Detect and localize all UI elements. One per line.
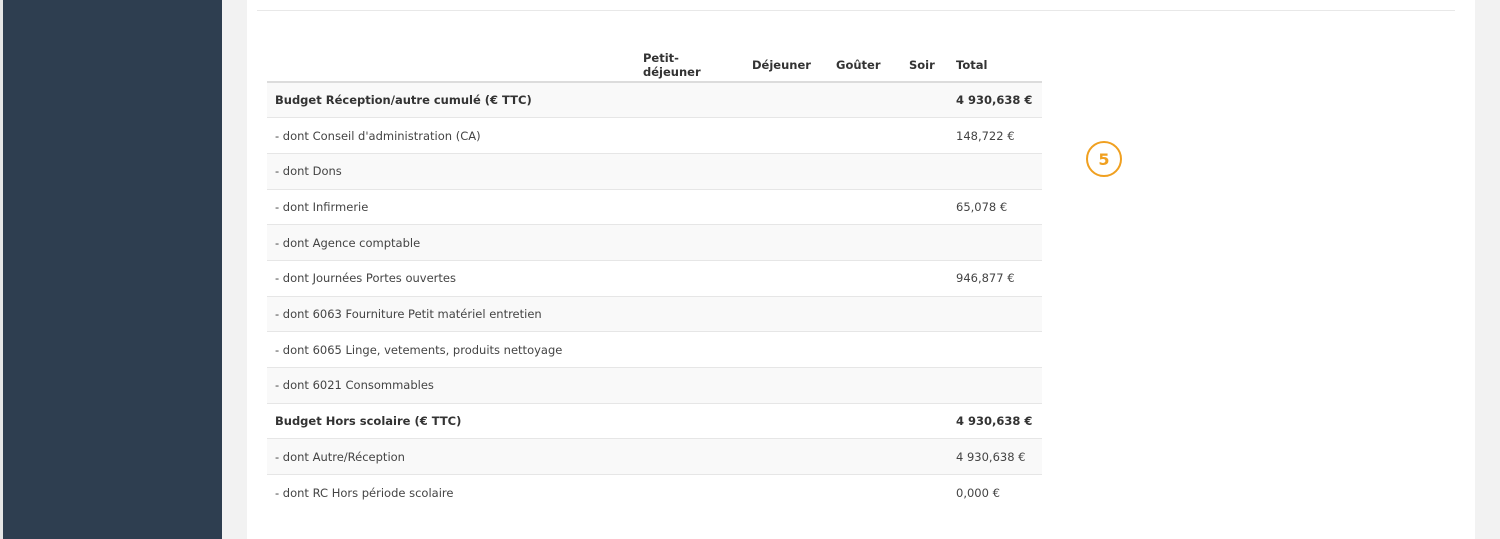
cell-soir <box>901 367 948 404</box>
cell-soir <box>901 474 948 511</box>
table-row: - dont Infirmerie 65,078 € <box>267 188 1042 225</box>
cell-soir <box>901 331 948 368</box>
cell-dejeuner <box>744 117 828 154</box>
header-petit-dejeuner: Petit-déjeuner <box>635 48 744 83</box>
cell-total <box>948 224 1042 261</box>
row-label: - dont Dons <box>267 152 635 190</box>
cell-total: 148,722 € <box>948 117 1042 154</box>
cell-total: 4 930,638 € <box>948 438 1042 475</box>
table-header-row: Petit-déjeuner Déjeuner Goûter Soir Tota… <box>267 48 1042 83</box>
budget-card: Petit-déjeuner Déjeuner Goûter Soir Tota… <box>247 0 1475 539</box>
sidebar <box>0 0 222 539</box>
cell-soir <box>901 438 948 475</box>
row-label: Budget Hors scolaire (€ TTC) <box>267 402 635 439</box>
cell-dejeuner <box>744 367 828 404</box>
table-row: - dont Journées Portes ouvertes 946,877 € <box>267 259 1042 297</box>
cell-gouter <box>828 188 901 225</box>
cell-petit-dejeuner <box>635 438 744 475</box>
cell-gouter <box>828 402 901 439</box>
header-gouter: Goûter <box>828 48 901 83</box>
cell-petit-dejeuner <box>635 152 744 190</box>
cell-dejeuner <box>744 402 828 439</box>
cell-petit-dejeuner <box>635 331 744 368</box>
cell-petit-dejeuner <box>635 402 744 439</box>
row-label: - dont RC Hors période scolaire <box>267 474 635 511</box>
table-row: - dont 6021 Consommables <box>267 367 1042 404</box>
table-row: - dont 6063 Fourniture Petit matériel en… <box>267 295 1042 332</box>
row-label: - dont Agence comptable <box>267 224 635 261</box>
cell-soir <box>901 188 948 225</box>
cell-total: 0,000 € <box>948 474 1042 511</box>
cell-dejeuner <box>744 474 828 511</box>
table-row: - dont Autre/Réception 4 930,638 € <box>267 438 1042 475</box>
budget-table: Petit-déjeuner Déjeuner Goûter Soir Tota… <box>267 48 1042 511</box>
row-label: - dont Autre/Réception <box>267 438 635 475</box>
cell-soir <box>901 259 948 297</box>
cell-total: 4 930,638 € <box>948 402 1042 439</box>
table-row: - dont Conseil d'administration (CA) 148,… <box>267 117 1042 154</box>
cell-petit-dejeuner <box>635 188 744 225</box>
row-label: Budget Réception/autre cumulé (€ TTC) <box>267 81 635 118</box>
row-label: - dont Infirmerie <box>267 188 635 225</box>
cell-petit-dejeuner <box>635 224 744 261</box>
cell-dejeuner <box>744 81 828 118</box>
header-soir: Soir <box>901 48 948 83</box>
header-total: Total <box>948 48 1042 83</box>
row-label: - dont Conseil d'administration (CA) <box>267 117 635 154</box>
cell-total: 65,078 € <box>948 188 1042 225</box>
table-row: Budget Réception/autre cumulé (€ TTC) 4 9… <box>267 81 1042 118</box>
cell-soir <box>901 117 948 154</box>
cell-total: 946,877 € <box>948 259 1042 297</box>
cell-dejeuner <box>744 331 828 368</box>
cell-dejeuner <box>744 259 828 297</box>
cell-dejeuner <box>744 224 828 261</box>
cell-soir <box>901 152 948 190</box>
cell-gouter <box>828 438 901 475</box>
cell-total: 4 930,638 € <box>948 81 1042 118</box>
table-row: - dont Agence comptable <box>267 224 1042 261</box>
table-row: Budget Hors scolaire (€ TTC) 4 930,638 € <box>267 402 1042 439</box>
row-label: - dont 6065 Linge, vetements, produits n… <box>267 331 635 368</box>
cell-gouter <box>828 331 901 368</box>
cell-soir <box>901 81 948 118</box>
cell-gouter <box>828 117 901 154</box>
cell-gouter <box>828 259 901 297</box>
table-row: - dont 6065 Linge, vetements, produits n… <box>267 331 1042 368</box>
cell-soir <box>901 402 948 439</box>
cell-dejeuner <box>744 295 828 332</box>
header-label <box>267 48 635 83</box>
row-label: - dont 6021 Consommables <box>267 367 635 404</box>
cell-dejeuner <box>744 152 828 190</box>
cell-petit-dejeuner <box>635 81 744 118</box>
cell-dejeuner <box>744 188 828 225</box>
table-row: - dont Dons <box>267 152 1042 190</box>
cell-petit-dejeuner <box>635 367 744 404</box>
cell-soir <box>901 224 948 261</box>
card-divider <box>257 10 1455 11</box>
row-label: - dont Journées Portes ouvertes <box>267 259 635 297</box>
cell-total <box>948 295 1042 332</box>
cell-gouter <box>828 295 901 332</box>
cell-gouter <box>828 367 901 404</box>
cell-petit-dejeuner <box>635 474 744 511</box>
row-label: - dont 6063 Fourniture Petit matériel en… <box>267 295 635 332</box>
cell-gouter <box>828 152 901 190</box>
cell-petit-dejeuner <box>635 259 744 297</box>
cell-gouter <box>828 224 901 261</box>
header-dejeuner: Déjeuner <box>744 48 828 83</box>
cell-total <box>948 331 1042 368</box>
cell-petit-dejeuner <box>635 117 744 154</box>
cell-gouter <box>828 474 901 511</box>
cell-soir <box>901 295 948 332</box>
table-body: Budget Réception/autre cumulé (€ TTC) 4 9… <box>267 81 1042 511</box>
cell-dejeuner <box>744 438 828 475</box>
cell-total <box>948 367 1042 404</box>
table-row: - dont RC Hors période scolaire 0,000 € <box>267 474 1042 511</box>
cell-total <box>948 152 1042 190</box>
cell-petit-dejeuner <box>635 295 744 332</box>
step-number-badge: 5 <box>1086 141 1122 177</box>
cell-gouter <box>828 81 901 118</box>
